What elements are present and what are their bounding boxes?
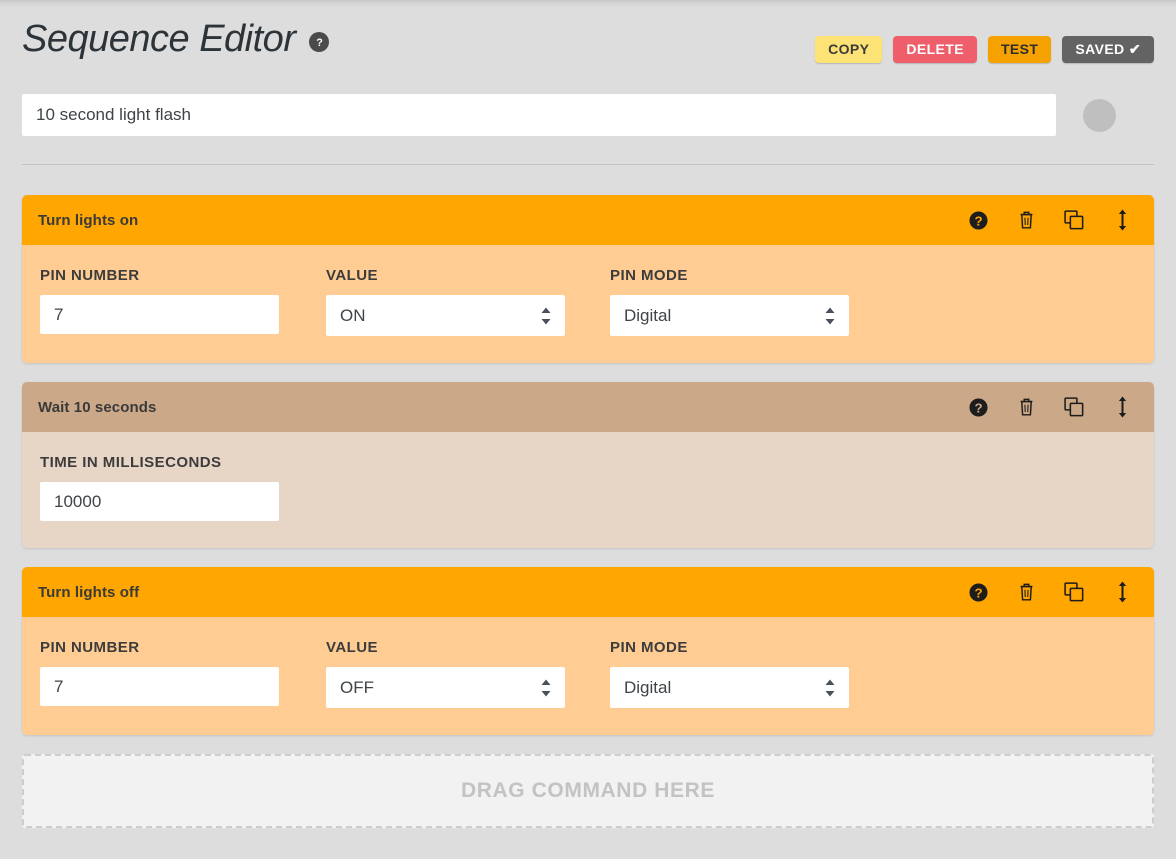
field-label: PIN NUMBER [40, 639, 279, 656]
value-select-display[interactable]: OFF [326, 667, 565, 708]
command-step: Turn lights on ? [22, 195, 1154, 363]
field-value: VALUE ON [326, 267, 565, 336]
field-label: VALUE [326, 639, 565, 656]
column-spacer [565, 639, 610, 708]
time-milliseconds-input[interactable] [40, 482, 279, 521]
svg-text:?: ? [974, 585, 982, 600]
delete-button[interactable]: DELETE [893, 36, 977, 63]
command-step-title: Wait 10 seconds [38, 399, 967, 416]
copy-button[interactable]: COPY [815, 36, 882, 63]
trash-icon[interactable] [1015, 209, 1037, 231]
test-button[interactable]: TEST [988, 36, 1051, 63]
command-step: Turn lights off ? [22, 567, 1154, 735]
field-label: PIN NUMBER [40, 267, 279, 284]
field-pin-number: PIN NUMBER [40, 267, 279, 336]
command-step-title: Turn lights on [38, 212, 967, 229]
value-select[interactable]: ON [326, 295, 565, 336]
trash-icon[interactable] [1015, 581, 1037, 603]
field-pin-mode: PIN MODE Digital [610, 639, 849, 708]
pin-mode-select[interactable]: Digital [610, 667, 849, 708]
command-step-actions: ? [967, 396, 1133, 418]
help-icon[interactable]: ? [967, 581, 989, 603]
field-pin-number: PIN NUMBER [40, 639, 279, 708]
help-icon[interactable]: ? [967, 396, 989, 418]
svg-text:?: ? [974, 213, 982, 228]
field-label: VALUE [326, 267, 565, 284]
pin-mode-select-display[interactable]: Digital [610, 295, 849, 336]
pin-number-input[interactable] [40, 667, 279, 706]
status-led-indicator[interactable] [1083, 99, 1116, 132]
svg-text:?: ? [974, 400, 982, 415]
page-title: Sequence Editor [22, 16, 295, 62]
pin-mode-select[interactable]: Digital [610, 295, 849, 336]
drag-vertical-icon[interactable] [1111, 209, 1133, 231]
command-step-body: PIN NUMBER VALUE OFF PIN MODE [22, 617, 1154, 735]
svg-text:?: ? [316, 36, 323, 48]
command-step-header[interactable]: Wait 10 seconds ? [22, 382, 1154, 432]
command-step-actions: ? [967, 209, 1133, 231]
column-spacer [279, 639, 326, 708]
value-select[interactable]: OFF [326, 667, 565, 708]
pin-mode-select-display[interactable]: Digital [610, 667, 849, 708]
copy-icon[interactable] [1063, 209, 1085, 231]
sequence-name-row [0, 94, 1176, 136]
drag-vertical-icon[interactable] [1111, 396, 1133, 418]
header-actions: COPY DELETE TEST SAVED ✔ [815, 36, 1154, 63]
command-step-list: Turn lights on ? [0, 195, 1176, 735]
command-step-header[interactable]: Turn lights off ? [22, 567, 1154, 617]
page-header: Sequence Editor ? COPY DELETE TEST SAVED… [0, 0, 1176, 78]
field-time-in-milliseconds: TIME IN MILLISECONDS [40, 454, 279, 521]
field-label: PIN MODE [610, 639, 849, 656]
command-step-header[interactable]: Turn lights on ? [22, 195, 1154, 245]
copy-icon[interactable] [1063, 396, 1085, 418]
copy-icon[interactable] [1063, 581, 1085, 603]
field-pin-mode: PIN MODE Digital [610, 267, 849, 336]
drag-vertical-icon[interactable] [1111, 581, 1133, 603]
command-step-title: Turn lights off [38, 584, 967, 601]
column-spacer [279, 267, 326, 336]
command-step: Wait 10 seconds ? [22, 382, 1154, 548]
header-divider [22, 164, 1154, 165]
value-select-display[interactable]: ON [326, 295, 565, 336]
saved-button[interactable]: SAVED ✔ [1062, 36, 1154, 63]
drag-command-dropzone[interactable]: DRAG COMMAND HERE [22, 754, 1154, 828]
question-mark-circle-icon[interactable]: ? [309, 32, 329, 52]
field-value: VALUE OFF [326, 639, 565, 708]
column-spacer [565, 267, 610, 336]
command-step-body: PIN NUMBER VALUE ON PIN MODE [22, 245, 1154, 363]
sequence-name-input[interactable] [22, 94, 1056, 136]
field-label: TIME IN MILLISECONDS [40, 454, 279, 471]
command-step-body: TIME IN MILLISECONDS [22, 432, 1154, 548]
trash-icon[interactable] [1015, 396, 1037, 418]
dropzone-label: DRAG COMMAND HERE [461, 779, 715, 803]
help-icon[interactable]: ? [967, 209, 989, 231]
command-step-actions: ? [967, 581, 1133, 603]
pin-number-input[interactable] [40, 295, 279, 334]
field-label: PIN MODE [610, 267, 849, 284]
